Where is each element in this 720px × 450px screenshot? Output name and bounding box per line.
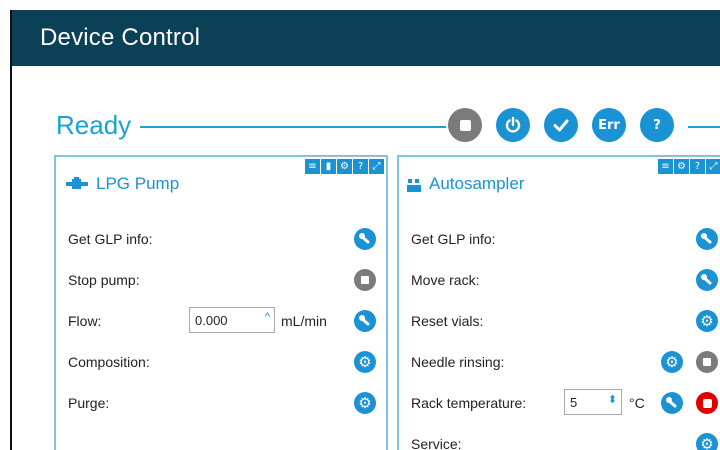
gear-icon: ⚙	[665, 353, 679, 371]
error-label: Err	[598, 117, 620, 133]
rack-temperature-input[interactable]: 5 ⬍	[564, 389, 622, 415]
stop-pump-button[interactable]	[354, 269, 376, 291]
get-glp-info-button[interactable]	[354, 228, 376, 250]
panel-title: LPG Pump	[96, 174, 180, 193]
error-button[interactable]: Err	[592, 108, 626, 142]
menu-icon[interactable]: ≡	[658, 159, 673, 174]
wrench-icon	[701, 274, 712, 285]
expand-icon[interactable]: ⤢	[369, 159, 384, 174]
reset-vials-button[interactable]: ⚙	[696, 310, 718, 332]
row-rack-temperature: Rack temperature: 5 ⬍ °C	[399, 388, 720, 418]
panel-title: Autosampler	[429, 174, 525, 193]
chevron-up-icon[interactable]: ^	[265, 311, 270, 323]
row-label: Stop pump:	[68, 272, 140, 288]
row-service: Service: ⚙	[399, 429, 720, 450]
panel-toolbar: ≡ ⚙ ? ⤢	[658, 159, 720, 174]
gear-icon: ⚙	[358, 353, 372, 371]
purge-button[interactable]: ⚙	[354, 392, 376, 414]
row-label: Needle rinsing:	[411, 354, 505, 370]
status-text: Ready	[56, 110, 132, 140]
pump-icon	[66, 177, 88, 189]
flow-value: 0.000	[195, 313, 228, 328]
gear-icon: ⚙	[358, 394, 372, 412]
stop-icon	[361, 276, 369, 284]
autosampler-icon	[407, 179, 421, 192]
stop-all-button[interactable]	[448, 108, 482, 142]
status-bar: Ready Err ?	[12, 106, 720, 146]
help-button[interactable]: ?	[640, 108, 674, 142]
gear-icon[interactable]: ⚙	[337, 159, 352, 174]
row-label: Purge:	[68, 395, 110, 411]
power-button[interactable]	[496, 108, 530, 142]
temperature-unit: °C	[629, 395, 645, 411]
wrench-icon	[359, 315, 370, 326]
stop-temperature-button[interactable]	[696, 392, 718, 414]
move-rack-button[interactable]	[696, 269, 718, 291]
panel-header: LPG Pump ≡ ▮ ⚙ ? ⤢	[56, 157, 386, 201]
row-label: Reset vials:	[411, 313, 484, 329]
set-flow-button[interactable]	[354, 310, 376, 332]
lock-icon[interactable]: ▮	[321, 159, 336, 174]
stop-icon	[702, 398, 712, 408]
row-stop-pump: Stop pump:	[56, 265, 386, 295]
gear-icon[interactable]: ⚙	[674, 159, 689, 174]
help-icon[interactable]: ?	[353, 159, 368, 174]
row-needle-rinsing: Needle rinsing: ⚙	[399, 347, 720, 377]
row-get-glp-info: Get GLP info:	[399, 224, 720, 254]
row-composition: Composition: ⚙	[56, 347, 386, 377]
row-label: Move rack:	[411, 272, 480, 288]
wrench-icon	[359, 233, 370, 244]
service-button[interactable]: ⚙	[696, 433, 718, 450]
stop-needle-rinsing-button[interactable]	[696, 351, 718, 373]
window-title: Device Control	[40, 24, 201, 51]
gear-icon: ⚙	[700, 435, 714, 450]
check-icon	[553, 119, 569, 132]
row-label: Rack temperature:	[411, 395, 527, 411]
flow-input[interactable]: 0.000 ^	[189, 307, 275, 333]
row-move-rack: Move rack:	[399, 265, 720, 295]
help-label: ?	[653, 117, 661, 133]
row-purge: Purge: ⚙	[56, 388, 386, 418]
power-icon	[505, 116, 521, 133]
row-label: Get GLP info:	[68, 231, 153, 247]
row-label: Composition:	[68, 354, 150, 370]
set-temperature-button[interactable]	[661, 392, 683, 414]
gear-icon: ⚙	[700, 312, 714, 330]
connect-button[interactable]	[544, 108, 578, 142]
status-divider-right	[688, 126, 720, 128]
expand-icon[interactable]: ⤢	[706, 159, 720, 174]
rack-temperature-value: 5	[570, 395, 578, 410]
wrench-icon	[701, 233, 712, 244]
row-label: Service:	[411, 436, 462, 450]
panel-header: Autosampler ≡ ⚙ ? ⤢	[399, 157, 720, 201]
chevron-updown-icon[interactable]: ⬍	[608, 393, 617, 406]
device-control-window: Device Control Ready Err ? LPG Pump ≡ ▮ …	[10, 10, 720, 450]
stop-icon	[459, 119, 471, 131]
stop-icon	[703, 358, 711, 366]
autosampler-panel: Autosampler ≡ ⚙ ? ⤢ Get GLP info: Move r…	[397, 155, 720, 450]
row-label: Get GLP info:	[411, 231, 496, 247]
row-label: Flow:	[68, 313, 102, 329]
help-icon[interactable]: ?	[690, 159, 705, 174]
menu-icon[interactable]: ≡	[305, 159, 320, 174]
needle-rinsing-button[interactable]: ⚙	[661, 351, 683, 373]
row-flow: Flow: 0.000 ^ mL/min	[56, 306, 386, 336]
composition-button[interactable]: ⚙	[354, 351, 376, 373]
flow-unit: mL/min	[281, 313, 327, 329]
get-glp-info-button[interactable]	[696, 228, 718, 250]
panel-toolbar: ≡ ▮ ⚙ ? ⤢	[305, 159, 384, 174]
row-get-glp-info: Get GLP info:	[56, 224, 386, 254]
title-bar: Device Control	[12, 10, 720, 66]
wrench-icon	[666, 397, 677, 408]
status-divider	[140, 126, 446, 128]
lpg-pump-panel: LPG Pump ≡ ▮ ⚙ ? ⤢ Get GLP info: Stop pu…	[54, 155, 388, 450]
row-reset-vials: Reset vials: ⚙	[399, 306, 720, 336]
